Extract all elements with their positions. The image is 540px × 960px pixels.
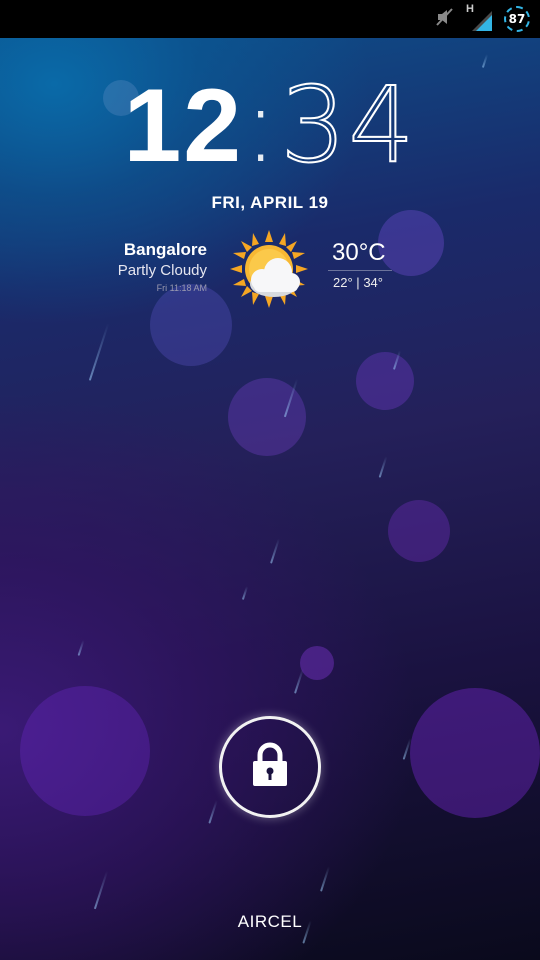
- weather-updated-time: Fri 11:18 AM: [156, 283, 207, 293]
- weather-condition: Partly Cloudy: [117, 262, 207, 279]
- clock-hours: 12: [123, 68, 244, 184]
- partly-cloudy-icon: [228, 228, 310, 310]
- clock-minutes: 34: [279, 64, 417, 186]
- battery-level: 87: [508, 12, 526, 26]
- weather-city: Bangalore: [123, 240, 207, 259]
- lockscreen-clock: 12:34: [0, 68, 540, 184]
- weather-low: 22°: [333, 275, 353, 290]
- battery-icon: 87: [504, 6, 530, 32]
- unlock-handle[interactable]: [219, 716, 321, 818]
- hspa-signal-icon: H: [466, 3, 494, 33]
- clock-separator: :: [243, 64, 281, 186]
- status-bar[interactable]: H 87: [0, 0, 540, 38]
- carrier-label: AIRCEL: [237, 912, 303, 931]
- weather-high: 34°: [363, 275, 383, 290]
- lockscreen-date: FRI, APRIL 19: [211, 193, 329, 212]
- weather-temperature: 30°C: [332, 239, 386, 266]
- status-icons: H 87: [434, 3, 530, 34]
- lock-icon: [250, 742, 290, 792]
- muted-speaker-icon: [434, 6, 456, 32]
- temperature-divider: [328, 270, 392, 271]
- weather-location-block[interactable]: Bangalore Partly Cloudy Fri 11:18 AM: [118, 240, 207, 294]
- weather-range-separator: |: [356, 275, 360, 290]
- weather-temperature-block[interactable]: 30°C 22° | 34°: [328, 238, 392, 290]
- weather-range: 22° | 34°: [328, 275, 392, 290]
